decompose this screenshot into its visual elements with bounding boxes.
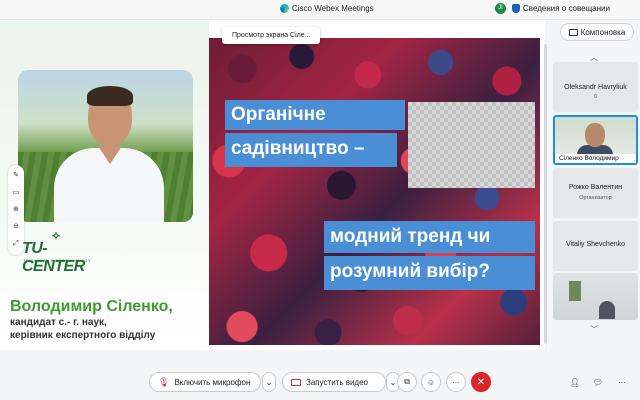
participant-role: Организатор (579, 195, 612, 201)
unmute-microphone-button[interactable]: 🎙︎ Включить микрофон (149, 372, 261, 392)
webex-logo-icon (280, 4, 289, 13)
participant-tile-video[interactable] (553, 273, 638, 320)
zoom-out-icon[interactable]: ⊖ (13, 223, 19, 231)
participant-name: Vitaliy Shevchenko (565, 241, 626, 248)
meeting-info-button[interactable]: Сведения о совещании (512, 4, 610, 13)
webex-window: Cisco Webex Meetings JI Сведения о совещ… (0, 0, 640, 400)
participant-video-person (599, 301, 615, 319)
participant-tile[interactable]: Рожко Валентин Организатор (553, 168, 638, 218)
start-video-button[interactable]: Запустить видео (282, 372, 386, 392)
stage-scrollbar[interactable] (544, 44, 547, 344)
participant-tile[interactable]: Vitaliy Shevchenko (553, 221, 638, 271)
fit-icon[interactable]: ⤢ (13, 240, 19, 248)
photo-hair (87, 86, 133, 106)
close-icon: ✕ (476, 376, 486, 388)
speaker-degree: кандидат с.- г. наук, (10, 317, 107, 328)
participant-subtitle: 0 (593, 94, 598, 100)
window-title-text: Cisco Webex Meetings (292, 4, 374, 13)
layout-button[interactable]: Компоновка (560, 23, 634, 41)
more-options-button[interactable]: ··· (446, 372, 466, 392)
tu-center-logo: ⟡ TU-CENTER UKRAINIAN BIOTECHNOLOGY (22, 228, 102, 275)
speaker-position: керівник експертного відділу (10, 330, 156, 341)
layout-label: Компоновка (580, 27, 626, 37)
participant-video-frame (569, 281, 581, 301)
meeting-info-label: Сведения о совещании (523, 4, 610, 13)
chat-button[interactable]: 💬︎ (588, 372, 608, 392)
smiley-icon: ☺ (426, 377, 436, 387)
window-title: Cisco Webex Meetings (280, 4, 374, 13)
speaker-name: Володимир Сіленко, (10, 298, 173, 315)
leave-meeting-button[interactable]: ✕ (471, 372, 491, 392)
audio-options-button[interactable]: ⌄ (262, 372, 276, 392)
slide-subtitle-line1: модний тренд чи (324, 221, 535, 253)
participants-icon: 👤︎ (569, 377, 581, 387)
participant-tile-active-speaker[interactable]: Сіленко Володимир (553, 115, 638, 165)
speaker-photo (18, 70, 193, 222)
mic-button-label: Включить микрофон (174, 377, 251, 387)
muted-microphone-icon: 🎙︎ (158, 376, 170, 387)
speaker-panel: ✎ ▭ ⊕ ⊖ ⤢ ⟡ TU-CENTER UKRAINIAN BIOTECHN… (0, 20, 209, 345)
video-off-icon (291, 378, 301, 386)
more-dots-icon: ··· (618, 377, 626, 387)
more-dots-icon: ··· (452, 377, 460, 387)
zoom-in-icon[interactable]: ⊕ (13, 206, 19, 214)
layout-icon (568, 28, 578, 36)
slide-title-line2: садівництво – (225, 133, 397, 167)
chevron-down-icon: ⌄ (265, 377, 273, 387)
title-bar-right: JI Сведения о совещании (495, 3, 610, 14)
presentation-slide: Органічне садівництво – модний тренд чи … (209, 38, 540, 345)
participant-tile[interactable]: Oleksandr Havryliuk 0 (553, 62, 638, 112)
title-bar: Cisco Webex Meetings JI Сведения о совещ… (0, 0, 640, 20)
participant-video-face (585, 123, 605, 147)
slide-title-line1: Органічне (225, 100, 405, 130)
eraser-icon[interactable]: ▭ (13, 189, 20, 197)
user-avatar[interactable]: JI (495, 3, 507, 14)
participant-name: Сіленко Володимир (555, 154, 636, 163)
meeting-controls: 🎙︎ Включить микрофон ⌄ Запустить видео ⌄… (0, 362, 640, 400)
participant-name: Oleksandr Havryliuk (564, 84, 627, 91)
share-screen-icon: ⧉ (404, 377, 410, 386)
video-button-label: Запустить видео (306, 377, 368, 387)
hidden-region-placeholder (408, 102, 535, 188)
chat-icon: 💬︎ (592, 377, 604, 387)
participant-name: Рожко Валентин (568, 184, 623, 191)
slide-subtitle-line2: розумний вибір? (324, 256, 535, 290)
pen-icon[interactable]: ✎ (13, 172, 19, 180)
shield-icon (512, 4, 521, 13)
screen-share-preview-label[interactable]: Просмотр экрана Сіле... (222, 27, 321, 44)
chevron-down-icon[interactable]: ﹀ (590, 324, 598, 335)
panel-more-button[interactable]: ··· (612, 372, 632, 392)
logo-subtitle: UKRAINIAN BIOTECHNOLOGY (24, 258, 91, 263)
reactions-button[interactable]: ☺ (421, 372, 441, 392)
participants-button[interactable]: 👤︎ (565, 372, 585, 392)
chevron-down-icon: ⌄ (389, 377, 397, 387)
share-content-button[interactable]: ⧉ (397, 372, 417, 392)
